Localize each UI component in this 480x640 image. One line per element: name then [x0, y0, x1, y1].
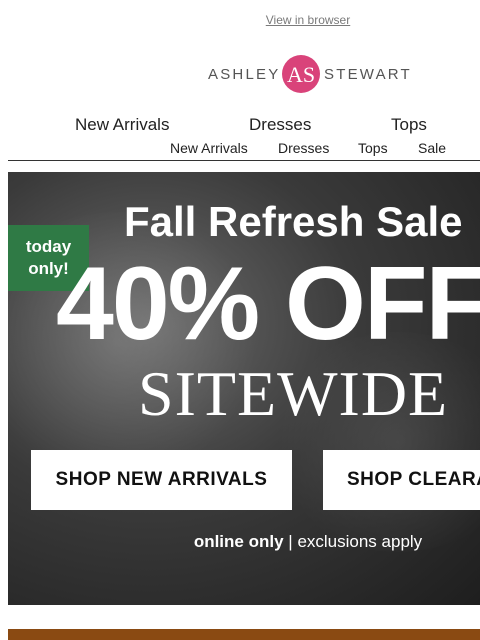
- nav-secondary-new-arrivals[interactable]: New Arrivals: [170, 140, 248, 156]
- view-in-browser-link[interactable]: View in browser: [0, 13, 480, 27]
- nav-secondary-dresses[interactable]: Dresses: [278, 140, 329, 156]
- shop-clearance-button[interactable]: SHOP CLEARANCE: [323, 450, 480, 510]
- nav-secondary-sale[interactable]: Sale: [418, 140, 446, 156]
- discount-text: 40% OFF: [56, 246, 480, 362]
- shop-new-arrivals-button[interactable]: SHOP NEW ARRIVALS: [31, 450, 292, 510]
- logo-text-left: ASHLEY: [208, 66, 281, 83]
- sitewide-text: SITEWIDE: [138, 358, 449, 429]
- note-separator: |: [288, 532, 293, 551]
- note-rest: exclusions apply: [297, 532, 423, 551]
- nav-secondary-tops[interactable]: Tops: [358, 140, 388, 156]
- note-bold: online only: [193, 532, 284, 551]
- nav-primary-dresses[interactable]: Dresses: [249, 115, 311, 135]
- logo-mark-icon: AS: [282, 55, 320, 93]
- hero-banner[interactable]: today only! Fall Refresh Sale 40% OFF SI…: [8, 172, 480, 605]
- nav-divider: [8, 160, 480, 161]
- logo-text-right: STEWART: [324, 66, 412, 83]
- next-banner-edge[interactable]: [8, 629, 480, 640]
- logo-mark-text: AS: [287, 62, 315, 87]
- nav-primary-tops[interactable]: Tops: [391, 115, 427, 135]
- hero-headline: Fall Refresh Sale: [124, 198, 463, 245]
- brand-logo[interactable]: ASHLEY AS STEWART: [208, 52, 418, 96]
- nav-primary-new-arrivals[interactable]: New Arrivals: [75, 115, 169, 135]
- online-only-note: online only | exclusions apply: [8, 532, 480, 552]
